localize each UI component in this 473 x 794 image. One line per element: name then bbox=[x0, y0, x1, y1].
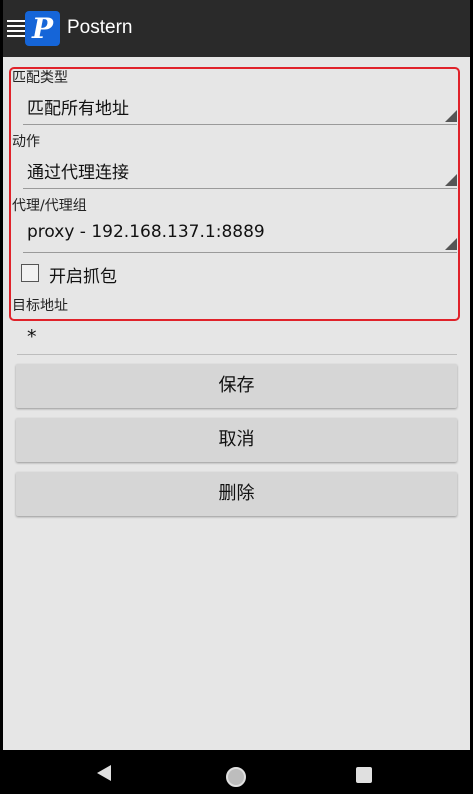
app-logo-icon: P bbox=[25, 11, 60, 46]
action-spinner[interactable]: 通过代理连接 bbox=[23, 152, 457, 189]
match-type-label: 匹配类型 bbox=[12, 70, 68, 86]
target-address-input[interactable]: * bbox=[17, 322, 457, 355]
dropdown-indicator-icon bbox=[445, 110, 457, 122]
match-type-spinner[interactable]: 匹配所有地址 bbox=[23, 88, 457, 125]
dropdown-indicator-icon bbox=[445, 238, 457, 250]
screen: P Postern 匹配类型 匹配所有地址 动作 通过代理连接 代理/代理组 p… bbox=[3, 0, 470, 794]
proxy-value: proxy - 192.168.137.1:8889 bbox=[27, 222, 265, 242]
proxy-spinner[interactable]: proxy - 192.168.137.1:8889 bbox=[23, 216, 457, 253]
home-circle-icon[interactable] bbox=[226, 767, 246, 787]
cancel-button[interactable]: 取消 bbox=[16, 418, 457, 462]
action-label: 动作 bbox=[12, 134, 40, 150]
target-address-value: * bbox=[27, 326, 37, 348]
app-title: Postern bbox=[67, 17, 133, 38]
action-value: 通过代理连接 bbox=[27, 163, 129, 183]
capture-checkbox-label: 开启抓包 bbox=[49, 267, 117, 287]
target-address-label: 目标地址 bbox=[12, 298, 68, 314]
back-triangle-icon[interactable] bbox=[97, 765, 111, 781]
system-nav-bar bbox=[0, 750, 473, 794]
recents-square-icon[interactable] bbox=[356, 767, 372, 783]
menu-icon[interactable] bbox=[7, 20, 25, 37]
save-button[interactable]: 保存 bbox=[16, 364, 457, 408]
capture-checkbox[interactable] bbox=[21, 264, 39, 282]
proxy-label: 代理/代理组 bbox=[12, 198, 87, 214]
match-type-value: 匹配所有地址 bbox=[27, 99, 129, 119]
delete-button[interactable]: 删除 bbox=[16, 472, 457, 516]
app-bar: P Postern bbox=[3, 0, 470, 57]
dropdown-indicator-icon bbox=[445, 174, 457, 186]
